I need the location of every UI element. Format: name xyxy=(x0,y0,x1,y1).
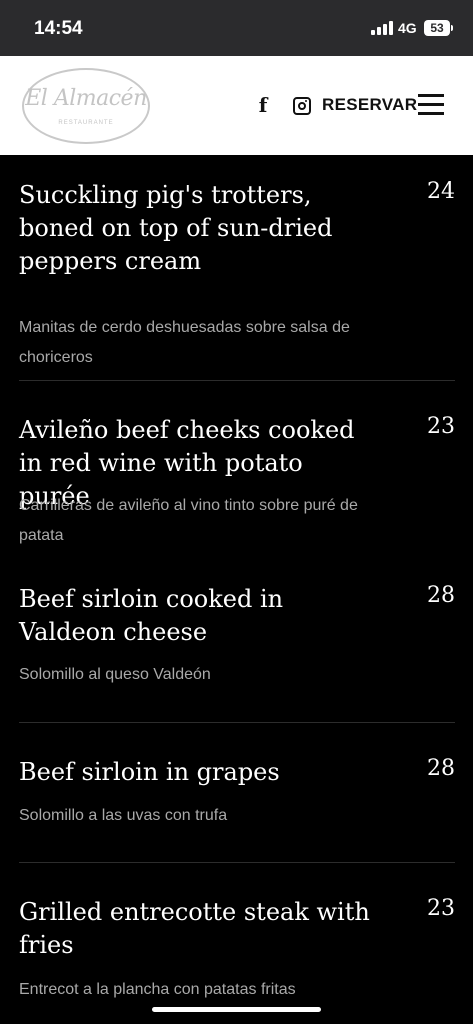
dish-name: Beef sirloin in grapes xyxy=(19,758,280,786)
dish-price: 23 xyxy=(427,414,455,439)
status-bar: 14:54 4G 53 xyxy=(0,0,473,56)
site-header: El Almacén RESTAURANTE f RESERVAR xyxy=(0,56,473,155)
dish-description: Entrecot a la plancha con patatas fritas xyxy=(19,981,296,998)
divider xyxy=(19,380,455,381)
dish-name: Beef sirloin cooked in Valdeon cheese xyxy=(19,585,284,646)
dish-name: Grilled entrecotte steak with fries xyxy=(19,898,370,959)
logo-text: El Almacén xyxy=(25,86,147,111)
dish-description: Carrilleras de avileño al vino tinto sob… xyxy=(19,497,358,544)
dish-description: Solomillo a las uvas con trufa xyxy=(19,807,228,824)
reserve-link[interactable]: RESERVAR xyxy=(322,95,417,115)
status-time: 14:54 xyxy=(34,18,83,39)
dish-price: 24 xyxy=(427,179,455,204)
dish-price: 23 xyxy=(427,896,455,921)
dish-name: Succkling pig's trotters, boned on top o… xyxy=(19,181,333,275)
divider xyxy=(19,722,455,723)
logo-subtitle: RESTAURANTE xyxy=(58,120,114,126)
dish-description: Manitas de cerdo deshuesadas sobre salsa… xyxy=(19,319,350,366)
network-type: 4G xyxy=(398,20,417,36)
signal-icon xyxy=(371,21,393,35)
divider xyxy=(19,862,455,863)
battery-icon: 53 xyxy=(424,20,450,36)
facebook-icon[interactable]: f xyxy=(254,93,272,117)
dish-price: 28 xyxy=(427,756,455,781)
dish-price: 28 xyxy=(427,583,455,608)
instagram-icon[interactable] xyxy=(293,97,311,115)
dish-description: Solomillo al queso Valdeón xyxy=(19,666,211,683)
home-indicator[interactable] xyxy=(152,1007,321,1012)
restaurant-logo[interactable]: El Almacén RESTAURANTE xyxy=(22,68,150,144)
hamburger-menu-icon[interactable] xyxy=(418,94,444,116)
battery-tip xyxy=(451,25,453,31)
